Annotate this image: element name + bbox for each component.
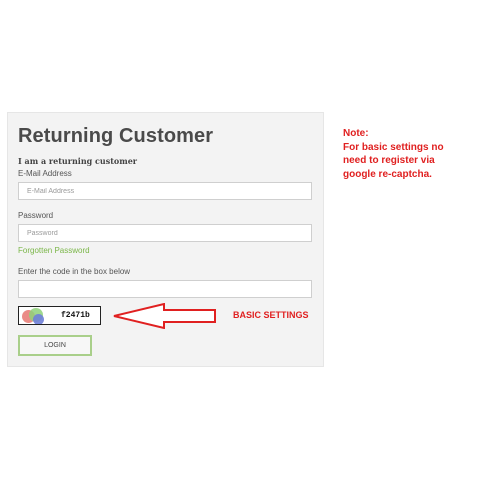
note-box: Note: For basic settings no need to regi… <box>343 127 493 181</box>
left-arrow-icon <box>113 303 216 329</box>
email-label: E-Mail Address <box>18 169 72 178</box>
password-label: Password <box>18 211 54 220</box>
basic-settings-label: BASIC SETTINGS <box>233 310 309 320</box>
note-line: For basic settings no <box>343 141 444 153</box>
page-title: Returning Customer <box>18 125 214 147</box>
login-button[interactable]: LOGIN <box>18 335 92 356</box>
form-subtitle: I am a returning customer <box>18 156 138 166</box>
email-field[interactable] <box>18 182 312 200</box>
note-line: need to register via <box>343 155 435 166</box>
captcha-input[interactable] <box>18 280 312 298</box>
captcha-label: Enter the code in the box below <box>18 267 131 276</box>
note-heading: Note: <box>343 128 369 139</box>
note-line: google re-captcha. <box>343 168 432 180</box>
captcha-code: f2471b <box>61 311 90 320</box>
forgot-password-link[interactable]: Forgotten Password <box>18 246 90 255</box>
captcha-image: f2471b <box>18 306 101 325</box>
captcha-noise-dot <box>33 314 44 324</box>
password-field[interactable] <box>18 224 312 242</box>
